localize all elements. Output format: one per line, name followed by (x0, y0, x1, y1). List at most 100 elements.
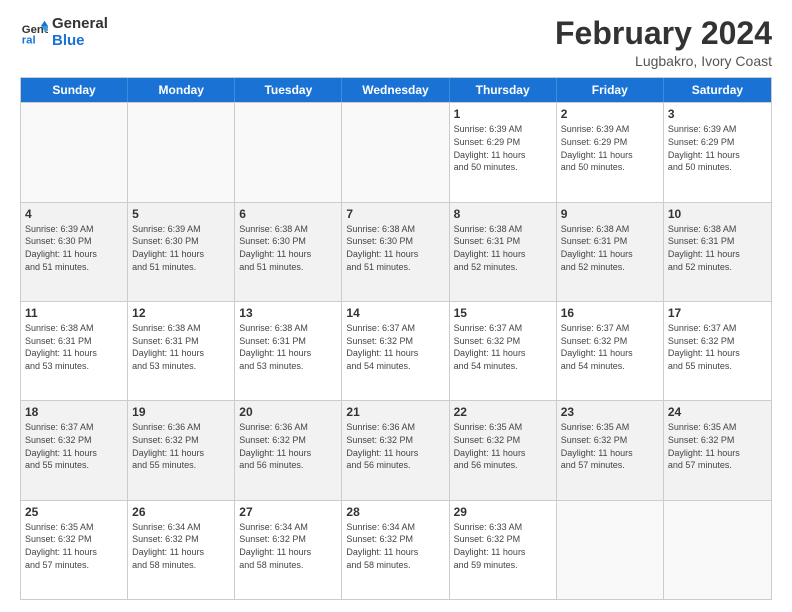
calendar-cell: 19Sunrise: 6:36 AM Sunset: 6:32 PM Dayli… (128, 401, 235, 499)
calendar-week-1: 1Sunrise: 6:39 AM Sunset: 6:29 PM Daylig… (21, 102, 771, 201)
calendar-cell: 21Sunrise: 6:36 AM Sunset: 6:32 PM Dayli… (342, 401, 449, 499)
day-info: Sunrise: 6:39 AM Sunset: 6:29 PM Dayligh… (561, 123, 659, 173)
day-info: Sunrise: 6:37 AM Sunset: 6:32 PM Dayligh… (668, 322, 767, 372)
calendar-title: February 2024 (555, 16, 772, 51)
calendar-cell: 9Sunrise: 6:38 AM Sunset: 6:31 PM Daylig… (557, 203, 664, 301)
day-info: Sunrise: 6:36 AM Sunset: 6:32 PM Dayligh… (346, 421, 444, 471)
day-number: 20 (239, 404, 337, 420)
day-number: 15 (454, 305, 552, 321)
calendar-cell: 13Sunrise: 6:38 AM Sunset: 6:31 PM Dayli… (235, 302, 342, 400)
title-block: February 2024 Lugbakro, Ivory Coast (555, 16, 772, 69)
calendar-cell (557, 501, 664, 599)
calendar-cell (128, 103, 235, 201)
calendar-cell: 17Sunrise: 6:37 AM Sunset: 6:32 PM Dayli… (664, 302, 771, 400)
day-number: 18 (25, 404, 123, 420)
day-number: 10 (668, 206, 767, 222)
day-info: Sunrise: 6:38 AM Sunset: 6:30 PM Dayligh… (239, 223, 337, 273)
day-info: Sunrise: 6:34 AM Sunset: 6:32 PM Dayligh… (239, 521, 337, 571)
logo-icon: Gene- ral (20, 19, 48, 47)
logo: Gene- ral General Blue (20, 16, 108, 49)
day-info: Sunrise: 6:37 AM Sunset: 6:32 PM Dayligh… (454, 322, 552, 372)
header-friday: Friday (557, 78, 664, 102)
logo-line1: General (52, 16, 108, 33)
day-number: 22 (454, 404, 552, 420)
calendar-cell: 14Sunrise: 6:37 AM Sunset: 6:32 PM Dayli… (342, 302, 449, 400)
calendar-page: Gene- ral General Blue February 2024 Lug… (0, 0, 792, 612)
calendar-cell: 7Sunrise: 6:38 AM Sunset: 6:30 PM Daylig… (342, 203, 449, 301)
day-info: Sunrise: 6:35 AM Sunset: 6:32 PM Dayligh… (561, 421, 659, 471)
calendar-cell: 5Sunrise: 6:39 AM Sunset: 6:30 PM Daylig… (128, 203, 235, 301)
day-number: 23 (561, 404, 659, 420)
calendar-cell: 15Sunrise: 6:37 AM Sunset: 6:32 PM Dayli… (450, 302, 557, 400)
day-number: 11 (25, 305, 123, 321)
day-number: 4 (25, 206, 123, 222)
calendar-header: Sunday Monday Tuesday Wednesday Thursday… (21, 78, 771, 102)
day-info: Sunrise: 6:38 AM Sunset: 6:31 PM Dayligh… (454, 223, 552, 273)
day-info: Sunrise: 6:34 AM Sunset: 6:32 PM Dayligh… (346, 521, 444, 571)
day-number: 21 (346, 404, 444, 420)
day-number: 12 (132, 305, 230, 321)
day-number: 26 (132, 504, 230, 520)
day-info: Sunrise: 6:38 AM Sunset: 6:31 PM Dayligh… (668, 223, 767, 273)
page-header: Gene- ral General Blue February 2024 Lug… (20, 16, 772, 69)
day-number: 29 (454, 504, 552, 520)
header-saturday: Saturday (664, 78, 771, 102)
day-number: 27 (239, 504, 337, 520)
day-number: 2 (561, 106, 659, 122)
day-number: 16 (561, 305, 659, 321)
day-info: Sunrise: 6:35 AM Sunset: 6:32 PM Dayligh… (25, 521, 123, 571)
day-info: Sunrise: 6:35 AM Sunset: 6:32 PM Dayligh… (454, 421, 552, 471)
day-number: 28 (346, 504, 444, 520)
day-number: 24 (668, 404, 767, 420)
calendar-cell: 23Sunrise: 6:35 AM Sunset: 6:32 PM Dayli… (557, 401, 664, 499)
day-info: Sunrise: 6:39 AM Sunset: 6:29 PM Dayligh… (454, 123, 552, 173)
calendar-cell: 8Sunrise: 6:38 AM Sunset: 6:31 PM Daylig… (450, 203, 557, 301)
header-wednesday: Wednesday (342, 78, 449, 102)
header-sunday: Sunday (21, 78, 128, 102)
day-number: 13 (239, 305, 337, 321)
calendar-cell: 18Sunrise: 6:37 AM Sunset: 6:32 PM Dayli… (21, 401, 128, 499)
day-info: Sunrise: 6:36 AM Sunset: 6:32 PM Dayligh… (239, 421, 337, 471)
calendar-week-5: 25Sunrise: 6:35 AM Sunset: 6:32 PM Dayli… (21, 500, 771, 599)
calendar-cell: 26Sunrise: 6:34 AM Sunset: 6:32 PM Dayli… (128, 501, 235, 599)
calendar-location: Lugbakro, Ivory Coast (555, 53, 772, 69)
calendar-week-3: 11Sunrise: 6:38 AM Sunset: 6:31 PM Dayli… (21, 301, 771, 400)
calendar-cell: 10Sunrise: 6:38 AM Sunset: 6:31 PM Dayli… (664, 203, 771, 301)
calendar-cell: 25Sunrise: 6:35 AM Sunset: 6:32 PM Dayli… (21, 501, 128, 599)
calendar-cell: 11Sunrise: 6:38 AM Sunset: 6:31 PM Dayli… (21, 302, 128, 400)
day-info: Sunrise: 6:38 AM Sunset: 6:31 PM Dayligh… (132, 322, 230, 372)
day-number: 3 (668, 106, 767, 122)
day-number: 6 (239, 206, 337, 222)
day-info: Sunrise: 6:38 AM Sunset: 6:30 PM Dayligh… (346, 223, 444, 273)
day-number: 8 (454, 206, 552, 222)
day-info: Sunrise: 6:37 AM Sunset: 6:32 PM Dayligh… (561, 322, 659, 372)
day-info: Sunrise: 6:34 AM Sunset: 6:32 PM Dayligh… (132, 521, 230, 571)
day-number: 5 (132, 206, 230, 222)
calendar-cell: 29Sunrise: 6:33 AM Sunset: 6:32 PM Dayli… (450, 501, 557, 599)
day-number: 1 (454, 106, 552, 122)
day-info: Sunrise: 6:38 AM Sunset: 6:31 PM Dayligh… (239, 322, 337, 372)
day-info: Sunrise: 6:39 AM Sunset: 6:29 PM Dayligh… (668, 123, 767, 173)
calendar-cell: 12Sunrise: 6:38 AM Sunset: 6:31 PM Dayli… (128, 302, 235, 400)
day-info: Sunrise: 6:37 AM Sunset: 6:32 PM Dayligh… (25, 421, 123, 471)
calendar-cell (235, 103, 342, 201)
calendar-week-4: 18Sunrise: 6:37 AM Sunset: 6:32 PM Dayli… (21, 400, 771, 499)
calendar-cell: 2Sunrise: 6:39 AM Sunset: 6:29 PM Daylig… (557, 103, 664, 201)
calendar-cell: 27Sunrise: 6:34 AM Sunset: 6:32 PM Dayli… (235, 501, 342, 599)
calendar-cell: 1Sunrise: 6:39 AM Sunset: 6:29 PM Daylig… (450, 103, 557, 201)
calendar-cell: 6Sunrise: 6:38 AM Sunset: 6:30 PM Daylig… (235, 203, 342, 301)
calendar-cell: 22Sunrise: 6:35 AM Sunset: 6:32 PM Dayli… (450, 401, 557, 499)
calendar-cell: 28Sunrise: 6:34 AM Sunset: 6:32 PM Dayli… (342, 501, 449, 599)
day-info: Sunrise: 6:39 AM Sunset: 6:30 PM Dayligh… (132, 223, 230, 273)
calendar-week-2: 4 Sunrise: 6:39 AM Sunset: 6:30 PM Daylig… (21, 202, 771, 301)
calendar-cell (342, 103, 449, 201)
day-info: Sunrise: 6:36 AM Sunset: 6:32 PM Dayligh… (132, 421, 230, 471)
calendar-body: 1Sunrise: 6:39 AM Sunset: 6:29 PM Daylig… (21, 102, 771, 599)
calendar-cell: 16Sunrise: 6:37 AM Sunset: 6:32 PM Dayli… (557, 302, 664, 400)
day-number: 14 (346, 305, 444, 321)
day-info: Sunrise: 6:35 AM Sunset: 6:32 PM Dayligh… (668, 421, 767, 471)
calendar-cell: 20Sunrise: 6:36 AM Sunset: 6:32 PM Dayli… (235, 401, 342, 499)
calendar-cell: 4Sunrise: 6:39 AM Sunset: 6:30 PM Daylig… (21, 203, 128, 301)
day-info: Sunrise: 6:38 AM Sunset: 6:31 PM Dayligh… (25, 322, 123, 372)
day-number: 17 (668, 305, 767, 321)
